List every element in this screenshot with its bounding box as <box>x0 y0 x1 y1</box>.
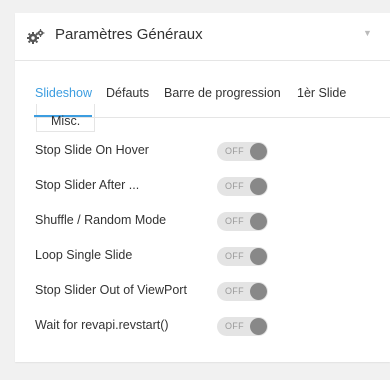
toggle-loop-single-slide[interactable]: OFF <box>217 247 268 266</box>
toggle-wait-for-revstart[interactable]: OFF <box>217 317 268 336</box>
toggle-knob <box>250 213 267 230</box>
tab-misc[interactable]: Misc. <box>51 113 80 129</box>
toggle-knob <box>250 248 267 265</box>
toggle-knob <box>250 318 267 335</box>
toggle-knob <box>250 178 267 195</box>
toggle-stop-slider-after[interactable]: OFF <box>217 177 268 196</box>
gears-icon <box>27 29 45 45</box>
tab-first-slide[interactable]: 1èr Slide <box>297 85 346 101</box>
toggle-state-text: OFF <box>225 251 244 261</box>
setting-label-stop-slide-on-hover: Stop Slide On Hover <box>35 143 149 157</box>
general-settings-panel: Paramètres Généraux ▼ Slideshow Défauts … <box>15 13 390 362</box>
toggle-state-text: OFF <box>225 216 244 226</box>
panel-header[interactable]: Paramètres Généraux ▼ <box>15 13 390 61</box>
toggle-knob <box>250 143 267 160</box>
setting-label-stop-slider-out-of-viewport: Stop Slider Out of ViewPort <box>35 283 187 297</box>
tabs-divider <box>34 117 390 118</box>
triangle-down-icon[interactable]: ▼ <box>363 29 372 38</box>
toggle-state-text: OFF <box>225 146 244 156</box>
toggle-state-text: OFF <box>225 286 244 296</box>
toggle-state-text: OFF <box>225 181 244 191</box>
toggle-stop-slider-out-of-viewport[interactable]: OFF <box>217 282 268 301</box>
panel-title: Paramètres Généraux <box>55 26 203 43</box>
toggle-knob <box>250 283 267 300</box>
setting-label-loop-single-slide: Loop Single Slide <box>35 248 133 262</box>
setting-label-shuffle-random-mode: Shuffle / Random Mode <box>35 213 167 227</box>
toggle-stop-slide-on-hover[interactable]: OFF <box>217 142 268 161</box>
setting-label-wait-for-revstart: Wait for revapi.revstart() <box>35 318 169 332</box>
setting-label-stop-slider-after: Stop Slider After ... <box>35 178 140 192</box>
toggle-shuffle-random-mode[interactable]: OFF <box>217 212 268 231</box>
tab-progress-bar[interactable]: Barre de progression <box>164 85 281 101</box>
tab-slideshow[interactable]: Slideshow <box>35 85 92 101</box>
toggle-state-text: OFF <box>225 321 244 331</box>
tab-defaults[interactable]: Défauts <box>106 85 149 101</box>
